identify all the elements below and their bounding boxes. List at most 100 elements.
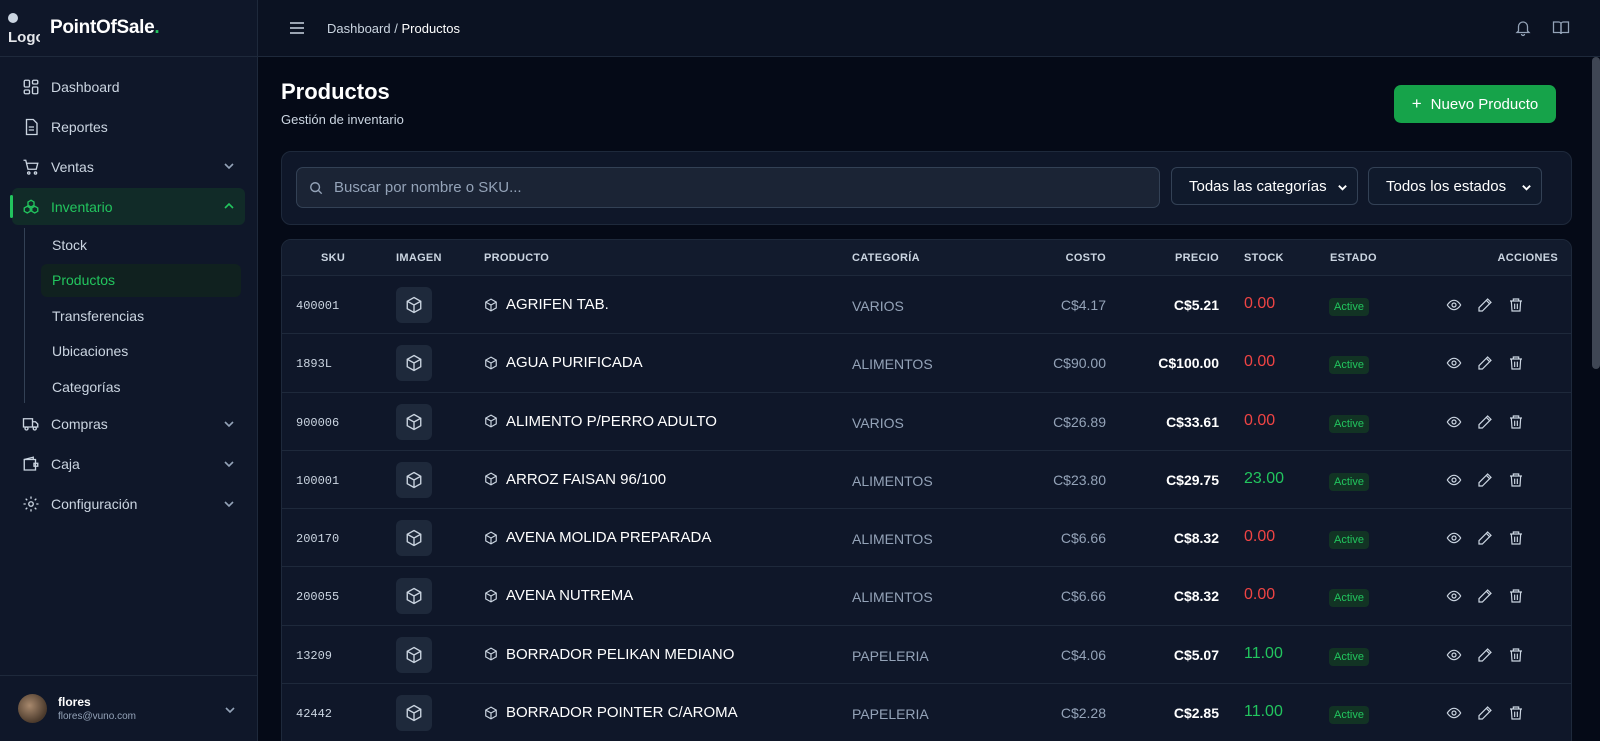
product-stock: 11.00 — [1244, 644, 1283, 662]
app-name[interactable]: PointOfSale. — [50, 17, 160, 39]
table-row[interactable]: 200055 AVENA NUTREMA ALIMENTOS C$6.66 C$… — [282, 567, 1571, 626]
table-row[interactable]: 400001 AGRIFEN TAB. VARIOS C$4.17 C$5.21… — [282, 276, 1571, 335]
edit-button[interactable] — [1477, 588, 1493, 604]
product-name-cell[interactable]: ARROZ FAISAN 96/100 — [484, 471, 666, 488]
bell-icon[interactable] — [1514, 19, 1532, 37]
table-row[interactable]: 100001 ARROZ FAISAN 96/100 ALIMENTOS C$2… — [282, 451, 1571, 510]
delete-button[interactable] — [1508, 297, 1524, 313]
product-cost: C$26.89 — [1053, 413, 1106, 430]
trash-icon — [1510, 648, 1522, 662]
table-row[interactable]: 900006 ALIMENTO P/PERRO ADULTO VARIOS C$… — [282, 393, 1571, 451]
header-stock[interactable]: STOCK — [1244, 252, 1284, 264]
sidebar-item-configuracion[interactable]: Configuración — [12, 486, 245, 523]
table-row[interactable]: 13209 BORRADOR PELIKAN MEDIANO PAPELERIA… — [282, 626, 1571, 685]
product-name: AGUA PURIFICADA — [506, 354, 643, 372]
product-name-cell[interactable]: BORRADOR POINTER C/AROMA — [484, 704, 738, 721]
breadcrumb-dashboard[interactable]: Dashboard — [327, 21, 391, 36]
status-badge: Active — [1329, 647, 1369, 666]
menu-icon[interactable] — [289, 20, 305, 36]
edit-button[interactable] — [1477, 530, 1493, 546]
product-name-cell[interactable]: AGRIFEN TAB. — [484, 296, 609, 313]
product-stock: 0.00 — [1244, 586, 1276, 604]
view-button[interactable] — [1446, 705, 1462, 721]
edit-button[interactable] — [1477, 355, 1493, 371]
category-select[interactable]: Todas las categorías — [1171, 167, 1358, 205]
delete-button[interactable] — [1508, 472, 1524, 488]
delete-button[interactable] — [1508, 414, 1524, 430]
sidebar-item-caja[interactable]: Caja — [12, 446, 245, 483]
header-category[interactable]: CATEGORÍA — [852, 252, 920, 264]
sidebar-item-label: Ventas — [51, 158, 94, 175]
product-name: AVENA MOLIDA PREPARADA — [506, 529, 712, 547]
header-price[interactable]: PRECIO — [1175, 252, 1219, 264]
product-category: PAPELERIA — [852, 647, 929, 664]
page-subtitle: Gestión de inventario — [281, 112, 404, 127]
submenu-item-productos[interactable]: Productos — [41, 263, 241, 297]
trash-icon — [1510, 298, 1522, 312]
box-icon — [485, 706, 497, 720]
scrollbar[interactable] — [1592, 57, 1600, 369]
header-cost[interactable]: COSTO — [1066, 252, 1106, 264]
header-sku[interactable]: SKU — [321, 252, 345, 264]
status-badge: Active — [1329, 531, 1369, 550]
product-name-cell[interactable]: ALIMENTO P/PERRO ADULTO — [484, 413, 717, 430]
edit-button[interactable] — [1477, 414, 1493, 430]
sidebar: Logo PointOfSale. Dashboard Reportes Ven… — [0, 0, 258, 741]
edit-button[interactable] — [1477, 472, 1493, 488]
product-cost: C$23.80 — [1053, 471, 1106, 488]
header-product[interactable]: PRODUCTO — [484, 252, 549, 264]
search-icon — [310, 181, 323, 194]
sidebar-item-ventas[interactable]: Ventas — [12, 148, 245, 185]
trash-icon — [1510, 706, 1522, 720]
view-button[interactable] — [1446, 647, 1462, 663]
edit-button[interactable] — [1477, 705, 1493, 721]
product-category: ALIMENTOS — [852, 531, 933, 548]
view-button[interactable] — [1446, 588, 1462, 604]
edit-button[interactable] — [1477, 647, 1493, 663]
status-select[interactable]: Todos los estados — [1368, 167, 1542, 205]
status-badge: Active — [1329, 589, 1369, 608]
table-row[interactable]: 1893L AGUA PURIFICADA ALIMENTOS C$90.00 … — [282, 334, 1571, 393]
sidebar-item-dashboard[interactable]: Dashboard — [12, 68, 245, 105]
row-actions — [1446, 530, 1524, 546]
view-button[interactable] — [1446, 355, 1462, 371]
submenu-item-categorias[interactable]: Categorías — [25, 370, 241, 403]
edit-button[interactable] — [1477, 297, 1493, 313]
submenu-item-stock[interactable]: Stock — [25, 228, 241, 261]
table-row[interactable]: 200170 AVENA MOLIDA PREPARADA ALIMENTOS … — [282, 509, 1571, 568]
submenu-item-ubicaciones[interactable]: Ubicaciones — [25, 335, 241, 368]
book-icon[interactable] — [1552, 19, 1570, 37]
table-row[interactable]: 42442 BORRADOR POINTER C/AROMA PAPELERIA… — [282, 684, 1571, 741]
delete-button[interactable] — [1508, 355, 1524, 371]
delete-button[interactable] — [1508, 647, 1524, 663]
products-table: SKU IMAGEN PRODUCTO CATEGORÍA COSTO PREC… — [281, 239, 1572, 741]
view-button[interactable] — [1446, 297, 1462, 313]
user-menu[interactable]: flores flores@vuno.com — [0, 675, 258, 741]
submenu-item-transferencias[interactable]: Transferencias — [25, 299, 241, 332]
view-button[interactable] — [1446, 472, 1462, 488]
product-name-cell[interactable]: AVENA NUTREMA — [484, 587, 633, 604]
product-name-cell[interactable]: AGUA PURIFICADA — [484, 354, 643, 371]
search-input[interactable] — [334, 179, 1134, 196]
product-price: C$29.75 — [1166, 471, 1219, 488]
box-icon — [406, 588, 422, 605]
sidebar-item-compras[interactable]: Compras — [12, 406, 245, 443]
new-product-button[interactable]: + Nuevo Producto — [1394, 85, 1556, 123]
view-button[interactable] — [1446, 530, 1462, 546]
trash-icon — [1510, 356, 1522, 370]
sidebar-item-reportes[interactable]: Reportes — [12, 108, 245, 145]
delete-button[interactable] — [1508, 588, 1524, 604]
cart-icon — [22, 158, 40, 176]
sidebar-item-inventario[interactable]: Inventario — [10, 188, 245, 225]
product-sku: 100001 — [296, 473, 340, 488]
filters-panel: Todas las categorías Todos los estados — [281, 151, 1572, 225]
sidebar-item-label: Inventario — [51, 198, 113, 215]
delete-button[interactable] — [1508, 530, 1524, 546]
product-name-cell[interactable]: AVENA MOLIDA PREPARADA — [484, 529, 711, 546]
wallet-icon — [22, 455, 40, 473]
product-name-cell[interactable]: BORRADOR PELIKAN MEDIANO — [484, 646, 734, 663]
delete-button[interactable] — [1508, 705, 1524, 721]
row-actions — [1446, 472, 1524, 488]
search-box[interactable] — [296, 167, 1160, 208]
view-button[interactable] — [1446, 414, 1462, 430]
